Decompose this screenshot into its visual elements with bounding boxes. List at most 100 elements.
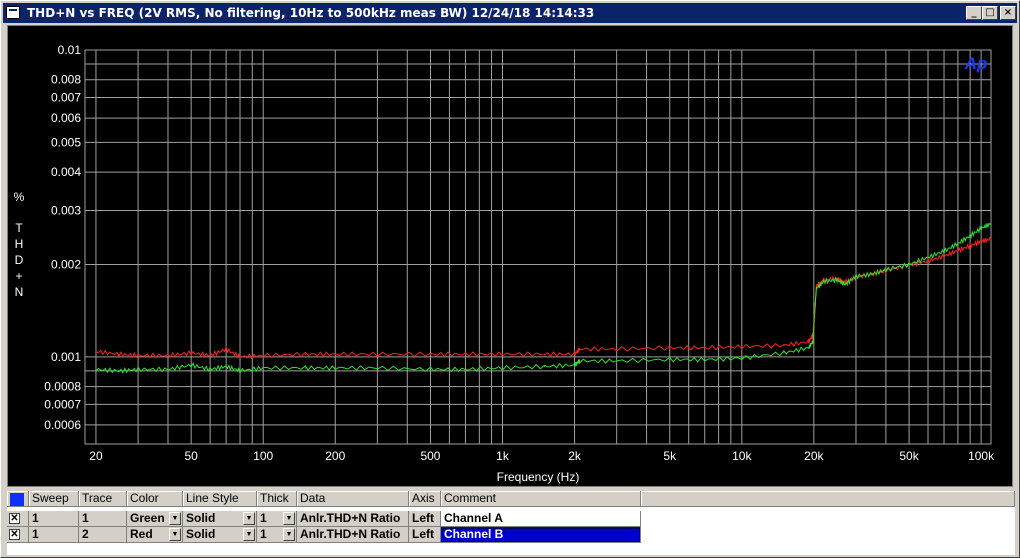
- thick-value: 1: [260, 527, 267, 541]
- x-tick-label: 50: [184, 449, 198, 463]
- series-point-1: [669, 347, 671, 349]
- cell-sweep[interactable]: 1: [29, 511, 79, 527]
- y-axis-label-letter: %: [14, 190, 25, 204]
- row-checkbox-cell[interactable]: ✕: [7, 511, 29, 527]
- graph-window: THD+N vs FREQ (2V RMS, No filtering, 10H…: [0, 0, 1020, 558]
- series-line-2: [95, 222, 992, 375]
- series-point-1: [429, 353, 432, 355]
- series-point-1: [167, 354, 169, 357]
- series-point-1: [807, 341, 810, 343]
- series-point-1: [980, 240, 982, 242]
- row-checkbox[interactable]: ✕: [9, 513, 20, 524]
- window-system-icon[interactable]: [6, 6, 20, 19]
- cell-thick[interactable]: 1 ▼: [257, 527, 297, 543]
- x-tick-label: 100k: [968, 449, 995, 463]
- y-tick-label: 0.006: [51, 111, 81, 125]
- cell-line-style[interactable]: Solid ▼: [183, 511, 257, 527]
- cell-color[interactable]: Red ▼: [127, 527, 183, 543]
- series-point-1: [209, 354, 211, 357]
- cell-axis[interactable]: Left: [409, 511, 441, 527]
- series-point-2: [501, 367, 504, 369]
- y-tick-label: 0.0006: [44, 418, 81, 432]
- trace-table: Sweep Trace Color Line Style Thick Data …: [7, 491, 1015, 555]
- y-tick-label: 0.002: [51, 257, 81, 271]
- header-color[interactable]: Color: [127, 491, 183, 507]
- title-bar[interactable]: THD+N vs FREQ (2V RMS, No filtering, 10H…: [3, 3, 1017, 23]
- header-trace[interactable]: Trace: [79, 491, 127, 507]
- x-tick-label: 10k: [732, 449, 752, 463]
- minimize-button[interactable]: _: [966, 6, 982, 20]
- cell-line-style[interactable]: Solid ▼: [183, 527, 257, 543]
- table-row[interactable]: ✕ 1 2 Red ▼ Solid ▼ 1 ▼ Anlr.THD+N Ratio Le…: [7, 527, 1015, 543]
- x-tick-label: 20k: [804, 449, 824, 463]
- y-axis-label-letter: N: [15, 285, 24, 299]
- header-data[interactable]: Data: [297, 491, 409, 507]
- x-tick-label: 1k: [496, 449, 510, 463]
- cell-thick[interactable]: 1 ▼: [257, 511, 297, 527]
- header-thick[interactable]: Thick: [257, 491, 297, 507]
- close-button[interactable]: ×: [1000, 6, 1016, 20]
- ap-logo: Ap: [964, 54, 988, 73]
- header-sweep[interactable]: Sweep: [29, 491, 79, 507]
- plot-area[interactable]: 0.01 0.008 0.007 0.006 0.005 0.004 0.003 0.002 0…: [7, 25, 1013, 487]
- cell-comment-selected[interactable]: Channel B: [441, 527, 641, 543]
- cell-axis[interactable]: Left: [409, 527, 441, 543]
- series-point-2: [823, 280, 825, 283]
- series-point-2: [167, 368, 169, 371]
- cell-comment[interactable]: Channel A: [441, 511, 641, 527]
- series-point-1: [544, 353, 546, 355]
- line-style-dropdown-icon[interactable]: ▼: [243, 512, 255, 525]
- cell-data[interactable]: Anlr.THD+N Ratio: [297, 527, 409, 543]
- header-comment[interactable]: Comment: [441, 491, 641, 507]
- y-tick-label: 0.003: [51, 203, 81, 217]
- x-tick-label: 100: [253, 449, 273, 463]
- series-point-1: [225, 348, 227, 350]
- select-all-corner[interactable]: [7, 491, 29, 507]
- series-point-1: [616, 348, 618, 350]
- cell-data[interactable]: Anlr.THD+N Ratio: [297, 511, 409, 527]
- cell-trace[interactable]: 2: [79, 527, 127, 543]
- series-point-1: [957, 249, 959, 252]
- color-dropdown-icon[interactable]: ▼: [169, 512, 181, 525]
- cell-color[interactable]: Green ▼: [127, 511, 183, 527]
- header-filler: [641, 491, 1015, 507]
- series-point-1: [844, 281, 846, 283]
- series-point-2: [429, 368, 432, 371]
- series-point-2: [871, 273, 873, 275]
- series-point-2: [990, 222, 992, 225]
- thdn-chart: 0.01 0.008 0.007 0.006 0.005 0.004 0.003 0.002 0…: [14, 43, 995, 484]
- x-tick-label: 50k: [899, 449, 919, 463]
- series-point-1: [990, 238, 992, 240]
- header-line-style[interactable]: Line Style: [183, 491, 257, 507]
- series-point-2: [943, 250, 945, 252]
- y-tick-label: 0.007: [51, 91, 81, 105]
- cell-sweep[interactable]: 1: [29, 527, 79, 543]
- cell-trace[interactable]: 1: [79, 511, 127, 527]
- series-point-1: [704, 347, 706, 349]
- y-tick-label: 0.0007: [44, 397, 81, 411]
- x-tick-label: 200: [325, 449, 345, 463]
- series-point-2: [855, 275, 857, 277]
- x-tick-label: 5k: [663, 449, 677, 463]
- series-point-1: [927, 260, 929, 262]
- x-tick-label: 20: [89, 449, 103, 463]
- y-axis-label-letter: +: [15, 269, 22, 283]
- series-point-2: [95, 368, 97, 371]
- plot-border: [84, 49, 992, 445]
- thick-value: 1: [260, 511, 267, 525]
- series-point-1: [376, 353, 378, 355]
- thick-dropdown-icon[interactable]: ▼: [283, 512, 295, 525]
- row-checkbox[interactable]: ✕: [9, 529, 20, 540]
- series-point-2: [573, 364, 576, 366]
- color-dropdown-icon[interactable]: ▼: [169, 528, 181, 541]
- header-axis[interactable]: Axis: [409, 491, 441, 507]
- row-checkbox-cell[interactable]: ✕: [7, 527, 29, 543]
- maximize-button[interactable]: □: [982, 6, 998, 20]
- thick-dropdown-icon[interactable]: ▼: [283, 528, 295, 541]
- table-row[interactable]: ✕ 1 1 Green ▼ Solid ▼ 1 ▼ Anlr.THD+N Ratio …: [7, 511, 1015, 527]
- line-style-dropdown-icon[interactable]: ▼: [243, 528, 255, 541]
- series-point-1: [334, 353, 336, 355]
- series-point-2: [209, 368, 211, 371]
- y-tick-label: 0.001: [51, 350, 81, 364]
- corner-color-swatch: [10, 493, 24, 506]
